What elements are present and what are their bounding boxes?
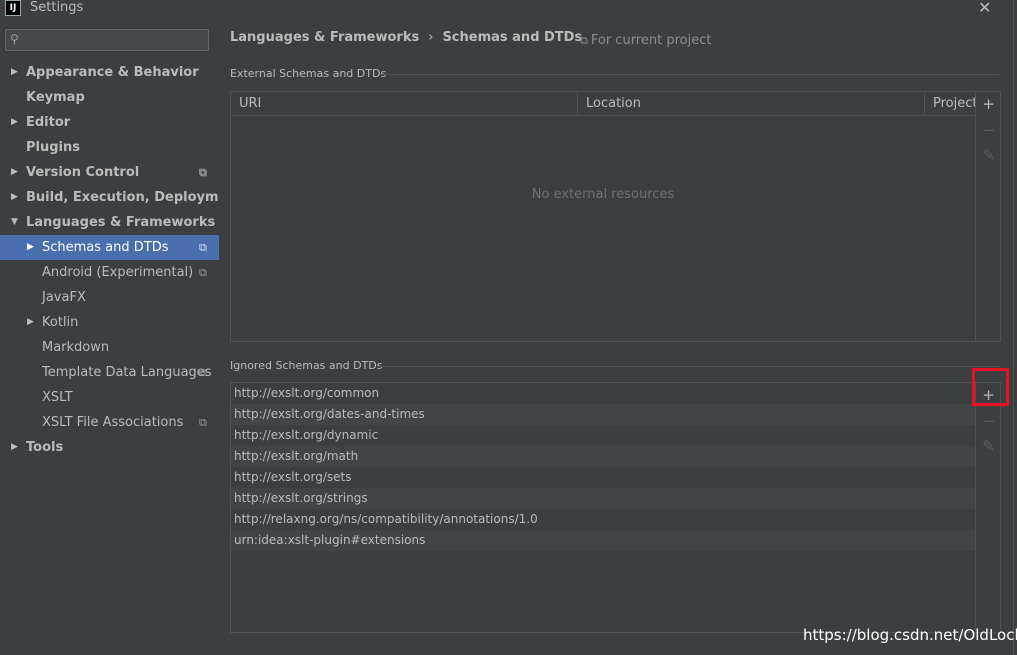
expand-arrow-icon[interactable]: ▶ — [11, 185, 18, 210]
sidebar-item-template-data-languages[interactable]: Template Data Languages ⧉ — [0, 360, 219, 385]
section-divider — [380, 74, 999, 75]
sidebar-item-label: Android (Experimental) — [42, 265, 194, 280]
column-header-location[interactable]: Location — [578, 92, 925, 115]
sidebar-item-android-experimental[interactable]: Android (Experimental) ⧉ — [0, 260, 219, 285]
edit-icon[interactable]: ✎ — [980, 147, 997, 164]
list-item[interactable]: http://exslt.org/common — [231, 383, 975, 404]
section-divider — [379, 366, 999, 367]
sidebar-item-label: Keymap — [26, 90, 85, 105]
collapse-arrow-icon[interactable]: ▼ — [11, 210, 18, 235]
settings-sidebar: ⚲ ▶ Appearance & Behavior Keymap ▶ Edito… — [0, 22, 243, 655]
expand-arrow-icon[interactable]: ▶ — [27, 310, 34, 335]
list-item[interactable]: http://exslt.org/strings — [231, 488, 975, 509]
sidebar-item-label: Appearance & Behavior — [26, 65, 199, 80]
sidebar-item-label: JavaFX — [42, 290, 86, 305]
project-scope-icon: ⧉ — [199, 266, 207, 279]
breadcrumb-current: Schemas and DTDs — [442, 30, 583, 45]
intellij-app-icon: IJ — [5, 0, 21, 16]
close-icon[interactable]: ✕ — [978, 0, 991, 17]
sidebar-item-javafx[interactable]: JavaFX — [0, 285, 219, 310]
sidebar-item-appearance-behavior[interactable]: ▶ Appearance & Behavior — [0, 60, 219, 85]
ignored-resources-panel: http://exslt.org/common http://exslt.org… — [230, 368, 1009, 633]
sidebar-item-label: Markdown — [42, 340, 110, 355]
sidebar-item-languages-frameworks[interactable]: ▼ Languages & Frameworks — [0, 210, 219, 235]
external-resources-panel: URI Location Project No external resourc… — [230, 91, 1001, 342]
list-item[interactable]: http://exslt.org/math — [231, 446, 975, 467]
expand-arrow-icon[interactable]: ▶ — [11, 435, 18, 460]
expand-arrow-icon[interactable]: ▶ — [11, 60, 18, 85]
column-header-project[interactable]: Project — [925, 92, 975, 115]
settings-search-input[interactable] — [32, 32, 202, 48]
settings-content: Languages & Frameworks › Schemas and DTDs … — [219, 22, 1017, 655]
ignored-toolbar: + − ✎ — [975, 383, 1001, 632]
list-item[interactable]: http://exslt.org/dynamic — [231, 425, 975, 446]
sidebar-item-label: Template Data Languages — [42, 365, 212, 380]
watermark-text: https://blog.csdn.net/OldLock — [803, 626, 1017, 644]
sidebar-item-editor[interactable]: ▶ Editor — [0, 110, 219, 135]
ignored-list: http://exslt.org/common http://exslt.org… — [231, 383, 975, 632]
project-scope-icon: ⧉ — [199, 241, 207, 254]
sidebar-item-label: Kotlin — [42, 315, 79, 330]
sidebar-item-label: Editor — [26, 115, 71, 130]
highlight-annotation-box — [972, 368, 1009, 406]
title-bar: IJ Settings ✕ — [0, 0, 1017, 18]
list-item[interactable]: http://exslt.org/dates-and-times — [231, 404, 975, 425]
remove-icon[interactable]: − — [980, 413, 997, 430]
column-header-uri[interactable]: URI — [231, 92, 578, 115]
sidebar-item-label: Languages & Frameworks — [26, 215, 216, 230]
sidebar-item-label: Build, Execution, Deployment — [26, 190, 243, 205]
project-scope-icon: ⧉ — [580, 34, 588, 47]
sidebar-item-label: Version Control — [26, 165, 140, 180]
expand-arrow-icon[interactable]: ▶ — [11, 160, 18, 185]
search-icon: ⚲ — [10, 32, 19, 46]
sidebar-item-xslt-file-associations[interactable]: XSLT File Associations ⧉ — [0, 410, 219, 435]
sidebar-item-markdown[interactable]: Markdown — [0, 335, 219, 360]
expand-arrow-icon[interactable]: ▶ — [11, 110, 18, 135]
sidebar-item-label: XSLT — [42, 390, 73, 405]
sidebar-item-plugins[interactable]: Plugins — [0, 135, 219, 160]
settings-search-box[interactable]: ⚲ — [5, 29, 209, 51]
window-edge — [1013, 0, 1014, 655]
sidebar-item-version-control[interactable]: ▶ Version Control ⧉ — [0, 160, 219, 185]
breadcrumb-separator: › — [428, 30, 434, 45]
scope-indicator: ⧉ For current project — [580, 33, 711, 48]
sidebar-item-label: Plugins — [26, 140, 80, 155]
list-item[interactable]: urn:idea:xslt-plugin#extensions — [231, 530, 975, 551]
add-icon[interactable]: + — [980, 96, 997, 113]
external-toolbar: + − ✎ — [975, 92, 1001, 341]
sidebar-item-build-execution-deployment[interactable]: ▶ Build, Execution, Deployment — [0, 185, 243, 210]
expand-arrow-icon[interactable]: ▶ — [27, 235, 34, 260]
project-scope-icon: ⧉ — [199, 366, 207, 379]
sidebar-item-kotlin[interactable]: ▶ Kotlin — [0, 310, 219, 335]
external-section-title: External Schemas and DTDs — [230, 67, 387, 80]
sidebar-item-tools[interactable]: ▶ Tools — [0, 435, 219, 460]
sidebar-item-label: Schemas and DTDs — [42, 240, 169, 255]
project-scope-icon: ⧉ — [199, 166, 207, 179]
ignored-section-title: Ignored Schemas and DTDs — [230, 359, 383, 372]
list-item[interactable]: http://exslt.org/sets — [231, 467, 975, 488]
list-item[interactable]: http://relaxng.org/ns/compatibility/anno… — [231, 509, 975, 530]
breadcrumb-parent: Languages & Frameworks — [230, 30, 420, 45]
sidebar-item-xslt[interactable]: XSLT — [0, 385, 219, 410]
edit-icon[interactable]: ✎ — [980, 438, 997, 455]
sidebar-item-schemas-dtds[interactable]: ▶ Schemas and DTDs ⧉ — [0, 235, 219, 260]
external-table-header: URI Location Project — [231, 92, 975, 116]
sidebar-item-keymap[interactable]: Keymap — [0, 85, 219, 110]
empty-state-text: No external resources — [531, 187, 675, 202]
project-scope-icon: ⧉ — [199, 416, 207, 429]
scope-label: For current project — [590, 33, 712, 48]
sidebar-item-label: Tools — [26, 440, 64, 455]
window-title: Settings — [30, 0, 84, 15]
breadcrumb: Languages & Frameworks › Schemas and DTDs — [230, 30, 582, 45]
sidebar-item-label: XSLT File Associations — [42, 415, 184, 430]
remove-icon[interactable]: − — [980, 122, 997, 139]
